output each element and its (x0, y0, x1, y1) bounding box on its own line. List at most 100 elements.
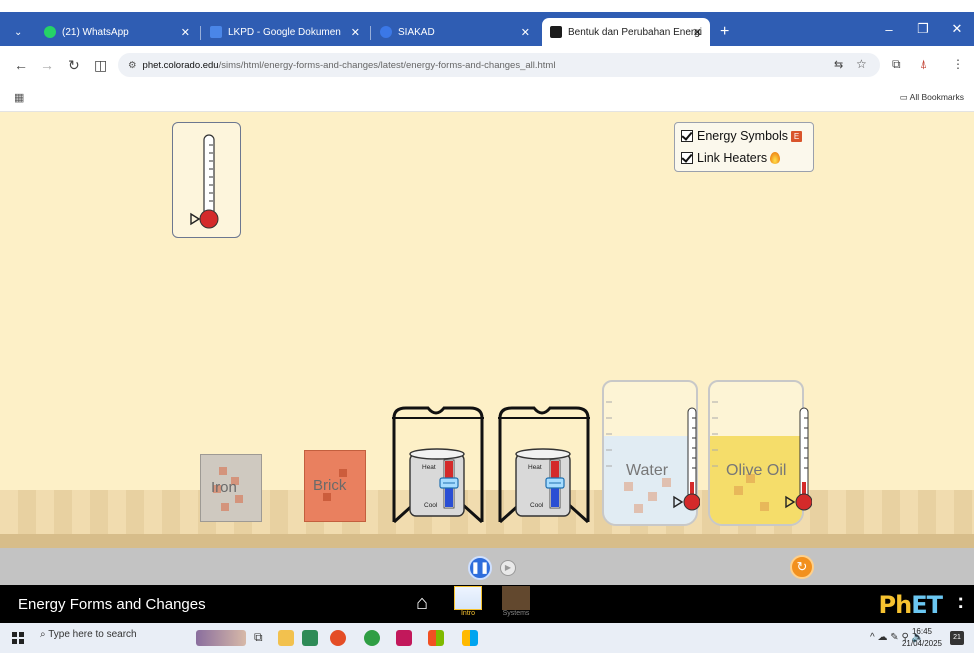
step-forward-icon: ▶ (504, 563, 512, 572)
app-m-icon[interactable] (396, 630, 412, 646)
beaker-label: Olive Oil (726, 462, 787, 479)
url-field[interactable]: ⚙ phet.colorado.edu /sims/html/energy-fo… (118, 53, 880, 77)
close-window-icon[interactable]: ✕ (940, 21, 974, 37)
notification-badge[interactable]: 21 (950, 631, 964, 645)
phet-favicon-icon (550, 26, 562, 38)
systems-screen-icon (502, 586, 530, 610)
water-thermometer-icon[interactable] (670, 404, 700, 516)
site-info-icon[interactable]: ⚙ (128, 60, 137, 71)
tab-bentuk-energi[interactable]: Bentuk dan Perubahan Energi ✕ (542, 18, 710, 46)
phet-menu-icon[interactable]: : (957, 591, 964, 614)
bookmarks-bar: ▦ ▭ All Bookmarks (0, 84, 974, 112)
close-icon[interactable]: ✕ (351, 26, 360, 39)
brick-block[interactable]: Brick (304, 450, 366, 522)
sim-title: Energy Forms and Changes (18, 596, 206, 613)
ms-app-icon[interactable] (462, 630, 478, 646)
checkbox-checked-icon[interactable] (681, 130, 693, 142)
heat-label: Heat (422, 464, 436, 471)
step-forward-button[interactable]: ▶ (500, 560, 516, 576)
all-bookmarks-button[interactable]: ▭ All Bookmarks (900, 92, 964, 103)
restore-icon[interactable]: ❐ (906, 21, 940, 37)
minimize-icon[interactable]: – (872, 22, 906, 37)
chrome-icon[interactable] (364, 630, 380, 646)
siakad-icon (380, 26, 392, 38)
address-bar-row: ← → ↻ ◫ ⚙ phet.colorado.edu /sims/html/e… (0, 46, 974, 84)
heat-label: Heat (528, 464, 542, 471)
tab-label: LKPD - Google Dokumen (228, 26, 341, 38)
office-icon[interactable] (428, 630, 444, 646)
clock[interactable]: 16:45 21/04/2025 (902, 626, 942, 650)
reset-icon: ↻ (796, 559, 808, 574)
pause-button[interactable]: ❚❚ (468, 556, 492, 580)
docs-icon (210, 26, 222, 38)
home-icon[interactable]: ⌂ (416, 592, 428, 615)
whatsapp-icon (44, 26, 56, 38)
block-label: Iron (211, 479, 237, 496)
tab-separator (200, 26, 201, 40)
reload-icon[interactable]: ↻ (68, 57, 80, 74)
date: 21/04/2025 (901, 639, 942, 648)
burner-stand-2[interactable]: Heat Cool (494, 404, 594, 524)
tab-label: Bentuk dan Perubahan Energi (568, 26, 702, 38)
screen-label: Intro (460, 610, 475, 617)
pause-icon: ❚❚ (470, 562, 490, 574)
back-arrow-icon[interactable]: ← (14, 57, 28, 73)
top-strip (0, 0, 974, 12)
iron-block[interactable]: Iron (200, 454, 262, 522)
taskbar-search[interactable]: ⌕ Type here to search (40, 629, 137, 640)
store-icon[interactable] (302, 630, 318, 646)
close-icon[interactable]: ✕ (521, 26, 530, 39)
energy-symbols-checkbox[interactable]: Energy Symbols E (681, 129, 803, 143)
checkbox-checked-icon[interactable] (681, 152, 693, 164)
os-taskbar: ⌕ Type here to search ⧉ ^ ☁ ✎ ⚲ 🔈 16:45 … (0, 623, 974, 653)
tab-label: SIAKAD (398, 26, 435, 38)
reset-all-button[interactable]: ↻ (790, 555, 814, 579)
apps-grid-icon[interactable]: ▦ (14, 91, 24, 104)
firefox-icon[interactable] (330, 630, 346, 646)
cool-label: Cool (530, 502, 544, 509)
tab-google-docs[interactable]: LKPD - Google Dokumen ✕ (202, 18, 368, 46)
beaker-label: Water (626, 462, 669, 479)
task-view-icon[interactable]: ⧉ (254, 630, 270, 646)
close-icon[interactable]: ✕ (693, 26, 702, 39)
olive-oil-thermometer-icon[interactable] (782, 404, 812, 516)
screen-button-intro[interactable]: Intro (450, 586, 486, 622)
forward-arrow-icon[interactable]: → (40, 57, 54, 73)
thermometer-icon[interactable] (173, 123, 242, 239)
thermometer-toolbox[interactable] (172, 122, 241, 238)
url-path: /sims/html/energy-forms-and-changes/late… (218, 59, 556, 71)
weather-widget-icon[interactable] (196, 630, 246, 646)
sim-play-area: Energy Symbols E Link Heaters Iron Brick… (0, 112, 974, 548)
tab-search-dropdown[interactable]: ⌄ (6, 18, 36, 46)
time: 16:45 (911, 627, 932, 636)
translate-icon[interactable]: ⇆ (834, 58, 843, 71)
phet-navbar: Energy Forms and Changes ⌂ Intro Systems… (0, 585, 974, 623)
profile-icon[interactable]: ⍋ (920, 57, 927, 72)
burner-stand-icon (392, 406, 484, 524)
tab-whatsapp[interactable]: (21) WhatsApp ✕ (36, 18, 198, 46)
flame-icon (770, 152, 781, 164)
split-view-icon[interactable]: ◫ (94, 57, 107, 74)
bookmark-star-icon[interactable]: ☆ (856, 57, 867, 71)
extensions-icon[interactable]: ⧉ (892, 57, 901, 72)
windows-start-icon[interactable] (12, 632, 24, 644)
screen-button-systems[interactable]: Systems (498, 586, 534, 622)
window-controls: – ❐ ✕ (872, 12, 974, 46)
intro-screen-icon (454, 586, 482, 610)
burner-stand-1[interactable]: Heat Cool (388, 404, 488, 524)
link-heaters-checkbox[interactable]: Link Heaters (681, 151, 781, 165)
tab-separator (370, 26, 371, 40)
close-icon[interactable]: ✕ (181, 26, 190, 39)
menu-kebab-icon[interactable]: ⋮ (952, 57, 964, 71)
cool-label: Cool (424, 502, 438, 509)
file-explorer-icon[interactable] (278, 630, 294, 646)
energy-symbol-icon: E (791, 130, 803, 142)
phet-logo[interactable]: PhET (879, 591, 943, 619)
tab-label: (21) WhatsApp (62, 26, 129, 38)
new-tab-button[interactable]: + (712, 18, 738, 46)
chevron-down-icon: ⌄ (14, 26, 23, 38)
burner-stand-icon (498, 406, 590, 524)
url-domain: phet.colorado.edu (142, 59, 219, 71)
screen-label: Systems (502, 610, 530, 617)
tab-siakad[interactable]: SIAKAD ✕ (372, 18, 538, 46)
